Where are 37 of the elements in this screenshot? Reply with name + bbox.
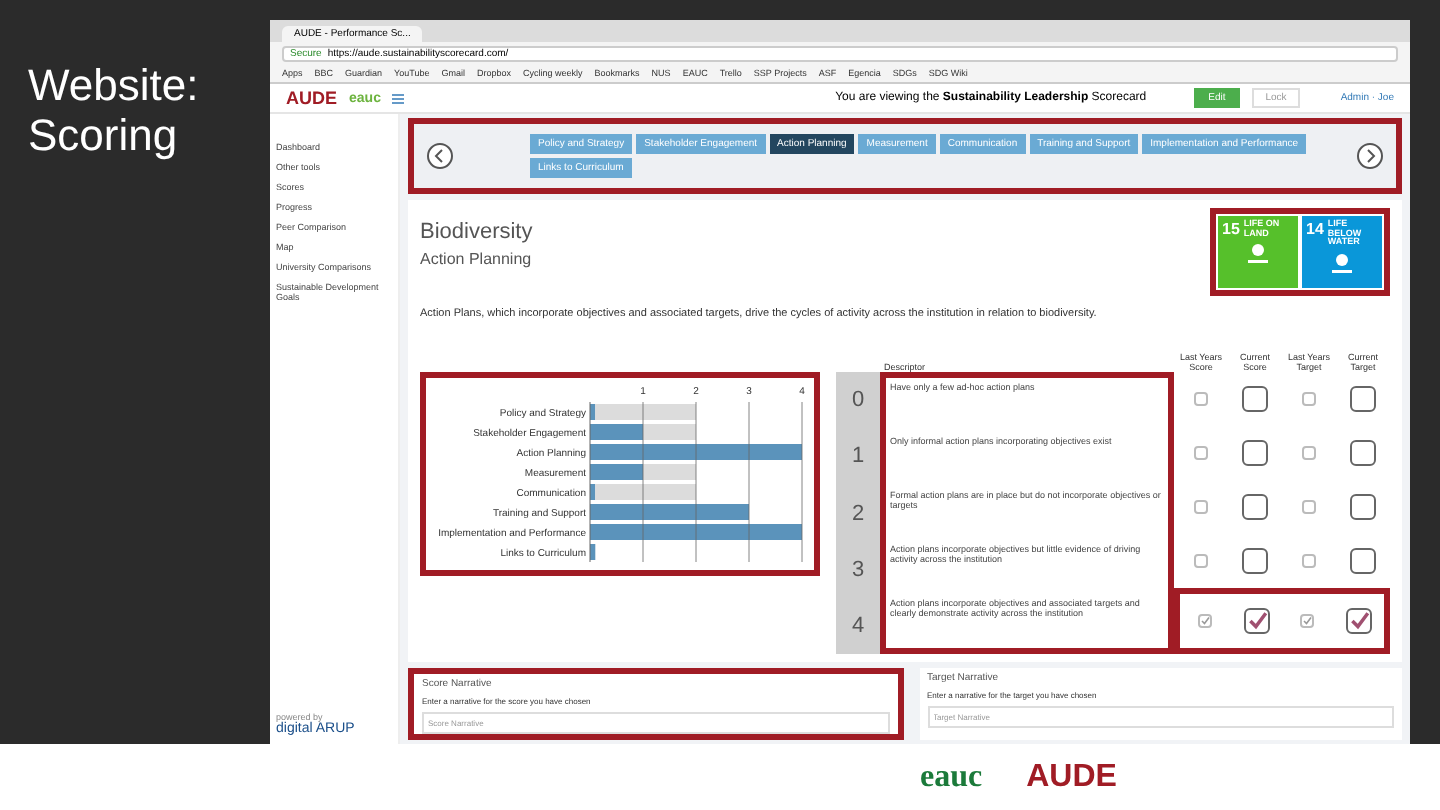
checkbox[interactable]	[1242, 440, 1268, 466]
checkbox[interactable]	[1198, 614, 1213, 628]
bar	[590, 544, 596, 560]
checkbox[interactable]	[1350, 386, 1376, 412]
checkbox[interactable]	[1350, 440, 1376, 466]
checkbox[interactable]	[1302, 554, 1316, 568]
slide-title: Website: Scoring	[28, 60, 201, 162]
score-level: 2	[849, 499, 867, 529]
score-level: 3	[849, 555, 867, 586]
checkbox[interactable]	[1350, 548, 1376, 574]
eauc-logo: eauc	[920, 759, 983, 795]
checkbox[interactable]	[1194, 500, 1208, 514]
checkbox[interactable]	[1243, 608, 1270, 634]
aude-logo: AUDE	[286, 88, 338, 108]
aude-logo: AUDE	[1026, 759, 1117, 795]
score-level: 1	[849, 442, 867, 473]
goal-icon	[1242, 242, 1274, 266]
checkbox[interactable]	[1345, 608, 1372, 634]
checkbox[interactable]	[1302, 500, 1316, 514]
checkbox[interactable]	[1242, 386, 1268, 412]
previous-icon[interactable]	[426, 142, 454, 170]
checkbox[interactable]	[1302, 446, 1316, 460]
checkbox[interactable]	[1242, 494, 1268, 520]
checkbox[interactable]	[1302, 392, 1316, 406]
checkbox[interactable]	[1350, 494, 1376, 520]
checkbox[interactable]	[1194, 554, 1208, 568]
next-icon[interactable]	[1356, 142, 1384, 170]
checkbox[interactable]	[1194, 446, 1208, 460]
checkbox[interactable]	[1300, 614, 1315, 628]
checkbox[interactable]	[1242, 548, 1268, 574]
score-level: 4	[849, 611, 867, 642]
goal-icon	[1326, 251, 1358, 275]
section-subtitle: Action Planning	[420, 250, 533, 268]
score-level: 0	[849, 386, 867, 417]
section-title: Biodiversity	[420, 220, 533, 244]
menu-icon[interactable]	[392, 93, 405, 103]
checkbox[interactable]	[1194, 392, 1208, 406]
